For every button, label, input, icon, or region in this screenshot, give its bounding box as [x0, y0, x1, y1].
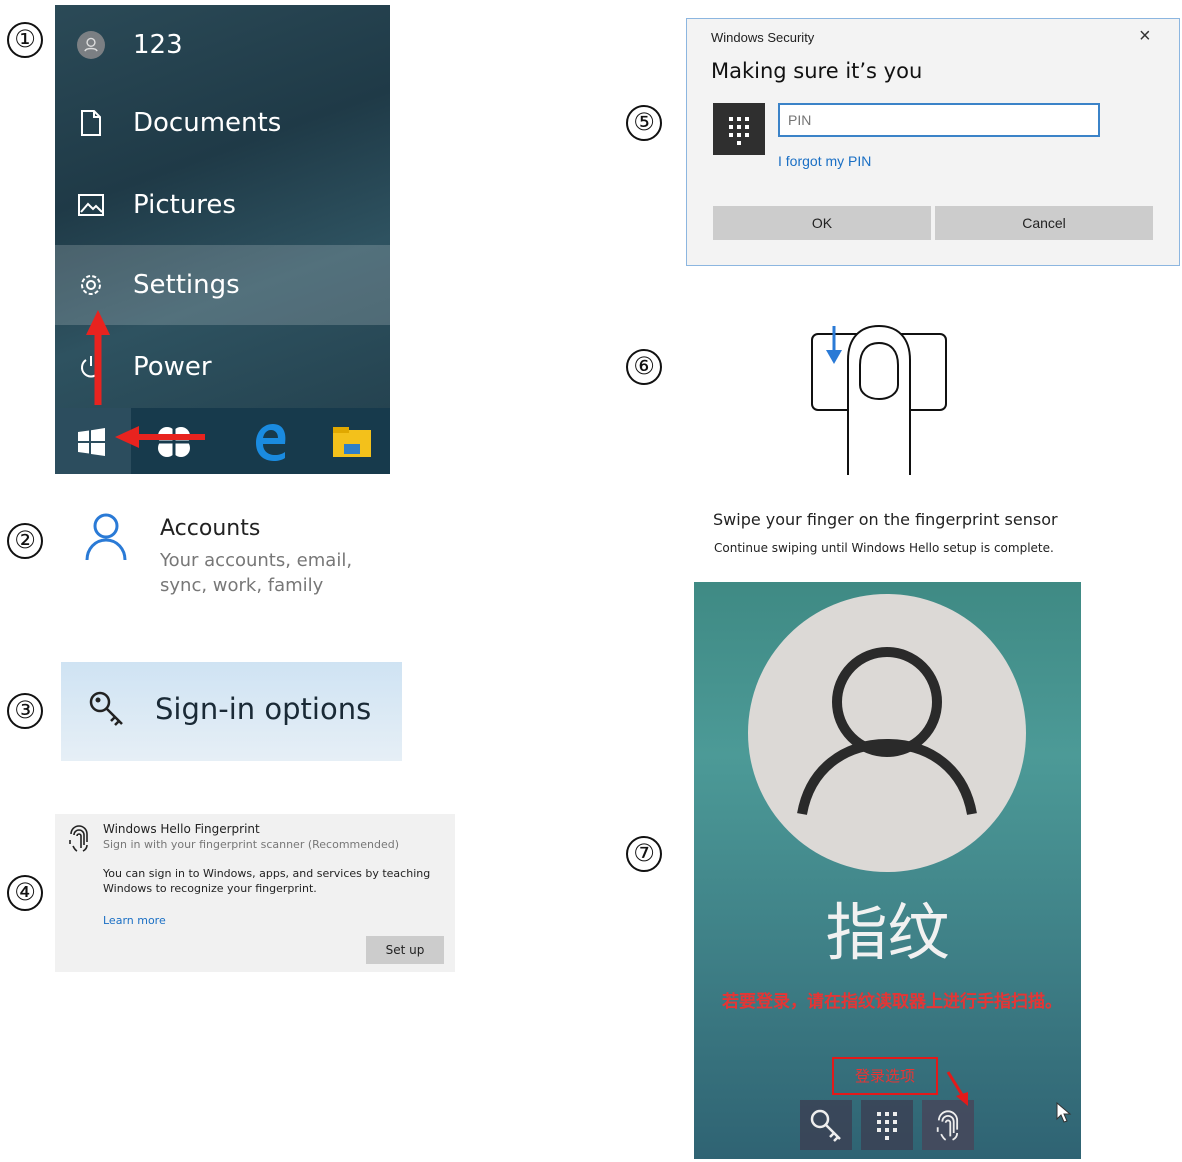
hello-body: You can sign in to Windows, apps, and se… [103, 867, 431, 895]
lock-screen: 指纹 若要登录，请在指纹读取器上进行手指扫描。 登录选项 [694, 582, 1081, 1159]
step-5-label: ⑤ [626, 105, 662, 141]
start-menu: 123 Documents Pictures Settings Power [55, 5, 390, 474]
accounts-description: Your accounts, email, sync, work, family [160, 550, 353, 596]
forgot-pin-link[interactable]: I forgot my PIN [778, 153, 871, 169]
hello-subtitle: Sign in with your fingerprint scanner (R… [103, 838, 400, 851]
lock-prompt: 若要登录，请在指纹读取器上进行手指扫描。 [722, 992, 1062, 1012]
dialog-window-title: Windows Security [711, 30, 815, 45]
mouse-cursor-icon [1056, 1102, 1072, 1123]
avatar [748, 594, 1026, 872]
swipe-subtitle: Continue swiping until Windows Hello set… [714, 541, 1054, 555]
step-3-label: ③ [7, 693, 43, 729]
signin-options-item[interactable]: Sign-in options [61, 662, 402, 761]
cancel-button[interactable]: Cancel [935, 206, 1153, 240]
signin-options-link[interactable]: 登录选项 [832, 1057, 938, 1095]
pin-input[interactable] [778, 103, 1100, 137]
accounts-person-icon [84, 512, 128, 562]
step-2-label: ② [7, 523, 43, 559]
windows-security-dialog: Windows Security × Making sure it’s you … [686, 18, 1180, 266]
learn-more-link[interactable]: Learn more [103, 914, 166, 927]
fingerprint-icon [67, 824, 91, 852]
pin-keypad-icon [713, 103, 765, 155]
ok-button[interactable]: OK [713, 206, 931, 240]
dialog-heading: Making sure it’s you [711, 59, 923, 83]
lock-heading: 指纹 [825, 896, 950, 969]
accounts-title[interactable]: Accounts [160, 516, 260, 541]
swipe-title: Swipe your finger on the fingerprint sen… [713, 510, 1058, 529]
step-6-label: ⑥ [626, 349, 662, 385]
user-silhouette-icon [797, 647, 977, 816]
setup-button[interactable]: Set up [366, 936, 444, 964]
step-7-label: ⑦ [626, 836, 662, 872]
hello-title: Windows Hello Fingerprint [103, 822, 260, 836]
key-icon[interactable] [800, 1100, 852, 1150]
hello-fingerprint-card: Windows Hello Fingerprint Sign in with y… [55, 814, 455, 972]
finger-swipe-illustration [808, 320, 950, 475]
step-1-label: ① [7, 22, 43, 58]
red-arrows [86, 310, 205, 448]
step-4-label: ④ [7, 875, 43, 911]
signin-options-label: Sign-in options [155, 692, 372, 726]
pin-keypad-icon[interactable] [861, 1100, 913, 1150]
key-icon [88, 690, 126, 728]
close-icon[interactable]: × [1139, 25, 1151, 48]
red-arrow-icon [946, 1071, 968, 1106]
